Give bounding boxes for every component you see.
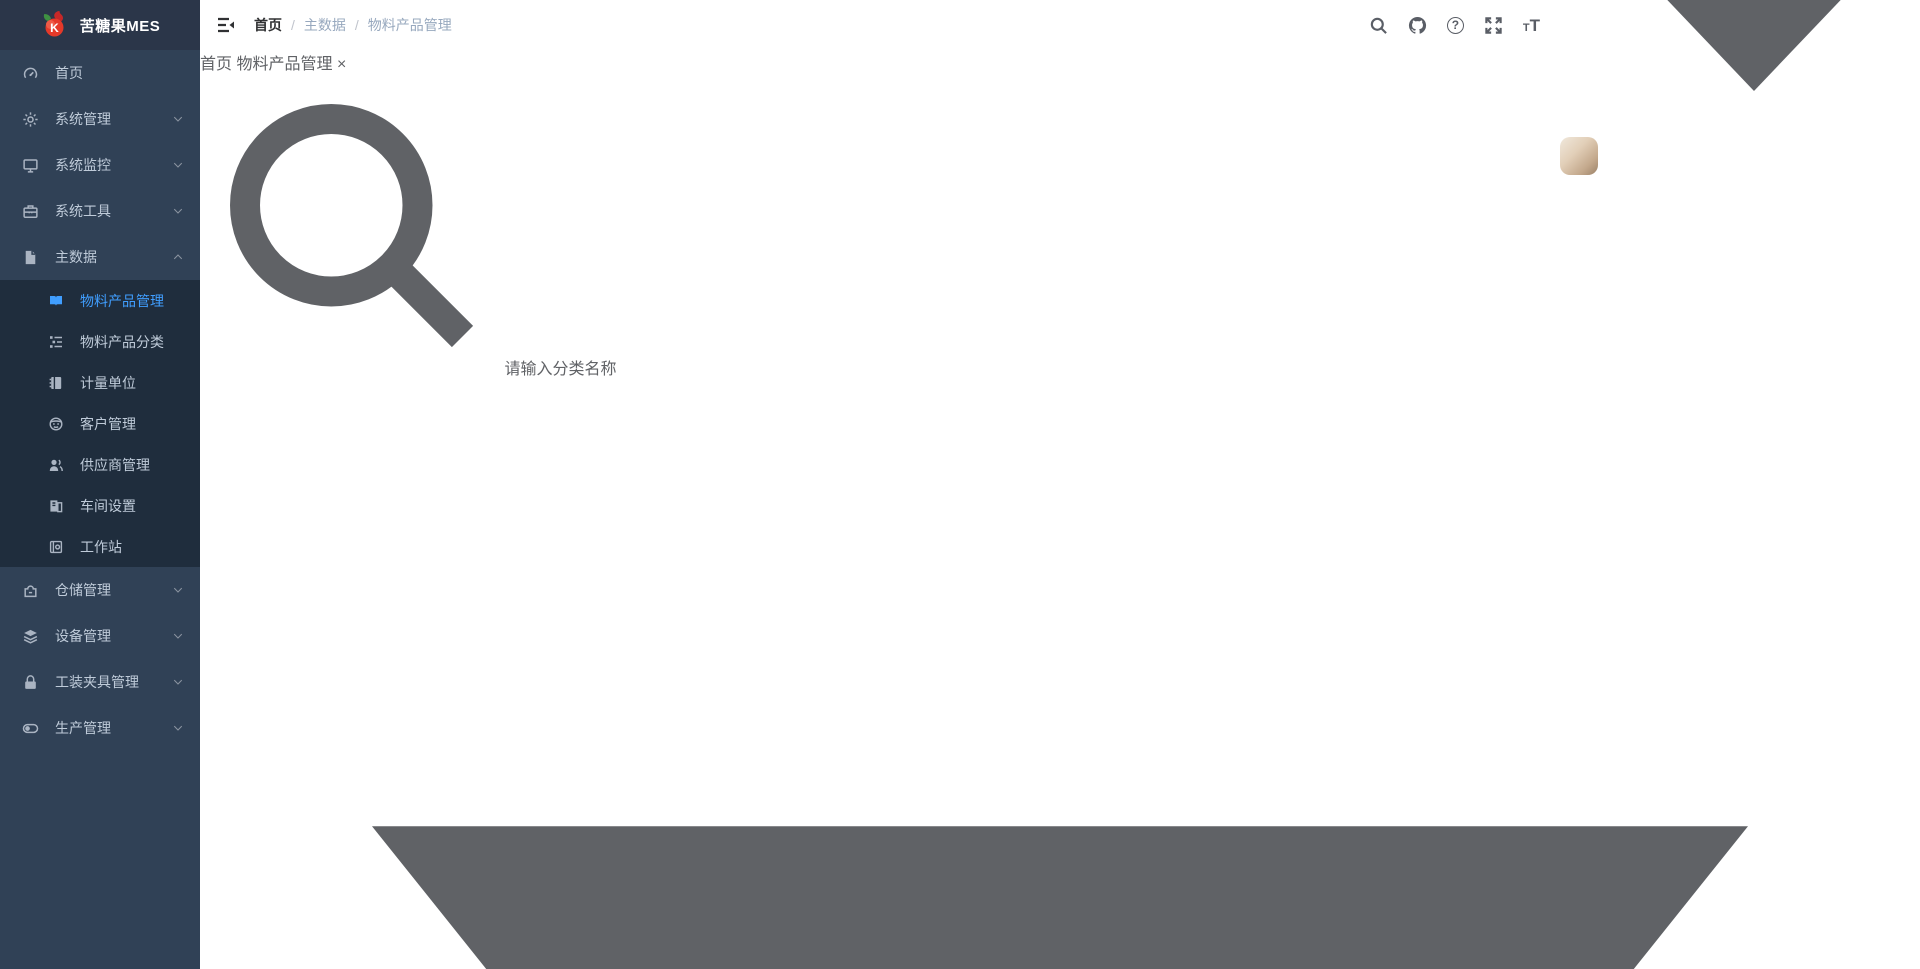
breadcrumb-separator: /	[291, 17, 295, 33]
app-logo: K 苦糖果MES	[0, 0, 200, 50]
tab-label: 首页	[200, 56, 233, 73]
category-search-placeholder: 请输入分类名称	[504, 361, 617, 378]
svg-text:K: K	[50, 21, 59, 35]
sidebar-subitem-material-product-management[interactable]: 物料产品管理	[0, 280, 200, 321]
sidebar-item-label: 物料产品管理	[80, 292, 164, 309]
category-tree-panel: 请输入分类名称 物料及产品分类物料塑料颗粒色粉过滤棉半成品移液盒盒盖移液盒盒体孔…	[200, 74, 1920, 969]
toggle-icon	[22, 720, 39, 737]
gear-icon	[22, 111, 39, 128]
category-tree: 物料及产品分类物料塑料颗粒色粉过滤棉半成品移液盒盒盖移液盒盒体孔板吸头产成品移液…	[200, 379, 1920, 969]
category-search-box[interactable]: 请输入分类名称	[200, 74, 1920, 379]
main-area: 首页 / 主数据 / 物料产品管理 ? TT 首页 物料产品管理 × 请输入分类…	[200, 0, 1920, 969]
sidebar-item-system-tools[interactable]: 系统工具	[0, 188, 200, 234]
chevron-down-icon	[172, 722, 184, 734]
breadcrumb-item-current: 物料产品管理	[367, 17, 452, 33]
sidebar-item-label: 供应商管理	[80, 456, 150, 473]
sidebar-item-master-data[interactable]: 主数据	[0, 234, 200, 280]
sidebar-item-label: 工作站	[80, 538, 122, 555]
tags-view-bar: 首页 物料产品管理 ×	[200, 50, 1920, 74]
help-icon[interactable]: ?	[1446, 16, 1464, 34]
close-icon[interactable]: ×	[337, 56, 346, 73]
app-logo-icon: K	[40, 10, 70, 40]
sidebar-item-tooling-fixture-management[interactable]: 工装夹具管理	[0, 659, 200, 705]
layers-icon	[22, 628, 39, 645]
customer-icon	[48, 416, 64, 432]
sidebar-subitem-measure-unit[interactable]: 计量单位	[0, 362, 200, 403]
sidebar-item-label: 车间设置	[80, 497, 136, 514]
sidebar-item-label: 系统管理	[55, 111, 111, 127]
sidebar-subitem-material-product-category[interactable]: 物料产品分类	[0, 321, 200, 362]
sidebar-item-label: 物料产品分类	[80, 333, 164, 350]
sidebar-item-equipment-management[interactable]: 设备管理	[0, 613, 200, 659]
sidebar-item-system-management[interactable]: 系统管理	[0, 96, 200, 142]
chevron-down-icon	[172, 113, 184, 125]
sidebar-item-home[interactable]: 首页	[0, 50, 200, 96]
tree-node[interactable]: 物料及产品分类	[200, 379, 1920, 969]
sidebar-item-label: 工装夹具管理	[55, 674, 139, 690]
font-size-icon[interactable]: TT	[1523, 17, 1540, 34]
sidebar-item-label: 生产管理	[55, 720, 111, 736]
sidebar-item-system-monitor[interactable]: 系统监控	[0, 142, 200, 188]
sidebar-subitem-workshop-settings[interactable]: 车间设置	[0, 485, 200, 526]
sidebar: K 苦糖果MES 首页系统管理系统监控系统工具主数据物料产品管理 物料产品分类 计量…	[0, 0, 200, 969]
tree-list-icon	[48, 334, 64, 350]
book-icon	[48, 293, 64, 309]
breadcrumb-separator: /	[354, 17, 359, 33]
sidebar-item-label: 计量单位	[80, 374, 136, 391]
breadcrumb: 首页 / 主数据 / 物料产品管理	[254, 15, 452, 35]
chevron-down-icon	[172, 205, 184, 217]
workstation-icon	[48, 539, 64, 555]
notebook-icon	[48, 375, 64, 391]
breadcrumb-item-home[interactable]: 首页	[254, 15, 282, 35]
chevron-down-icon	[172, 630, 184, 642]
sidebar-subitem-supplier-management[interactable]: 供应商管理	[0, 444, 200, 485]
users-icon	[48, 457, 64, 473]
sidebar-item-label: 主数据	[55, 249, 97, 265]
tab-material-product-management[interactable]: 物料产品管理 ×	[236, 56, 346, 73]
sidebar-item-warehouse-management[interactable]: 仓储管理	[0, 567, 200, 613]
document-icon	[22, 249, 39, 266]
app-title: 苦糖果MES	[79, 17, 161, 35]
sidebar-item-label: 系统工具	[55, 203, 111, 219]
sidebar-item-label: 仓储管理	[55, 582, 111, 598]
lock-icon	[22, 674, 39, 691]
search-icon	[200, 74, 500, 374]
warehouse-icon	[22, 582, 39, 599]
chevron-down-icon	[172, 584, 184, 596]
chevron-down-icon	[172, 676, 184, 688]
sidebar-item-label: 首页	[55, 65, 83, 81]
search-icon[interactable]	[1369, 16, 1388, 35]
sidebar-item-label: 客户管理	[80, 415, 136, 432]
monitor-icon	[22, 157, 39, 174]
sidebar-item-label: 设备管理	[55, 628, 111, 644]
chevron-up-icon	[172, 251, 184, 263]
toolbox-icon	[22, 203, 39, 220]
sidebar-subitem-workstation[interactable]: 工作站	[0, 526, 200, 567]
breadcrumb-item-master-data[interactable]: 主数据	[304, 15, 346, 35]
navbar: 首页 / 主数据 / 物料产品管理 ? TT	[200, 0, 1920, 175]
sidebar-menu: 首页系统管理系统监控系统工具主数据物料产品管理 物料产品分类 计量单位客户管理供应商…	[0, 50, 200, 969]
sidebar-submenu-master-data: 物料产品管理 物料产品分类 计量单位客户管理供应商管理车间设置工作站	[0, 280, 200, 567]
github-icon[interactable]	[1408, 16, 1427, 35]
sidebar-subitem-customer-management[interactable]: 客户管理	[0, 403, 200, 444]
page-content: 请输入分类名称 物料及产品分类物料塑料颗粒色粉过滤棉半成品移液盒盒盖移液盒盒体孔…	[200, 74, 1920, 969]
tab-label: 物料产品管理	[236, 56, 333, 73]
chevron-down-icon	[172, 159, 184, 171]
sidebar-collapse-icon[interactable]	[216, 15, 236, 35]
sidebar-item-label: 系统监控	[55, 157, 111, 173]
workshop-icon	[48, 498, 64, 514]
sidebar-item-production-management[interactable]: 生产管理	[0, 705, 200, 751]
dashboard-icon	[22, 65, 39, 82]
tab-home[interactable]: 首页	[200, 56, 236, 73]
fullscreen-icon[interactable]	[1484, 16, 1503, 35]
